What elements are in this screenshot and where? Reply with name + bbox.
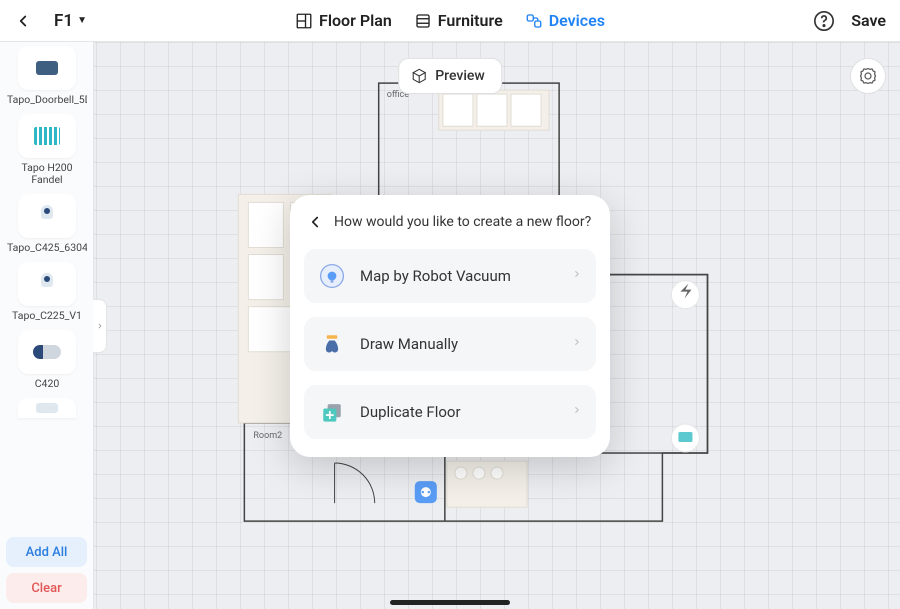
tab-floor-plan[interactable]: Floor Plan xyxy=(295,11,392,30)
option-label: Map by Robot Vacuum xyxy=(360,267,572,285)
device-side-panel: Tapo_Doorbell_5D99 Tapo H200 Fandel Tapo… xyxy=(0,42,94,609)
robot-vacuum-icon xyxy=(318,262,346,290)
tab-devices-label: Devices xyxy=(549,11,605,30)
cube-icon xyxy=(411,68,427,84)
device-badge-robot[interactable] xyxy=(415,481,437,503)
topbar: F1 ▼ Floor Plan Furniture Devices Save xyxy=(0,0,900,42)
device-item-c420[interactable]: C420 xyxy=(6,330,88,390)
tab-devices[interactable]: Devices xyxy=(525,11,605,30)
camera-icon xyxy=(36,205,58,227)
save-button[interactable]: Save xyxy=(851,11,886,30)
camera-icon xyxy=(36,273,58,295)
room-label-room2: Room2 xyxy=(253,431,282,441)
panel-expand-handle[interactable] xyxy=(93,299,107,353)
device-thumb xyxy=(18,330,76,374)
device-badge-hub[interactable] xyxy=(671,424,699,452)
device-thumb xyxy=(18,194,76,238)
option-draw-manually[interactable]: Draw Manually xyxy=(304,317,596,371)
add-all-button[interactable]: Add All xyxy=(6,537,87,567)
option-duplicate-floor[interactable]: Duplicate Floor xyxy=(304,385,596,439)
device-label: C420 xyxy=(7,378,87,390)
settings-button[interactable] xyxy=(850,58,886,94)
device-item-hub[interactable]: Tapo H200 Fandel xyxy=(6,114,88,186)
new-floor-dialog: How would you like to create a new floor… xyxy=(290,195,610,457)
device-item-more[interactable] xyxy=(6,398,88,418)
camera-icon xyxy=(36,403,58,413)
device-list[interactable]: Tapo_Doorbell_5D99 Tapo H200 Fandel Tapo… xyxy=(0,42,93,531)
tab-furniture-label: Furniture xyxy=(438,11,503,30)
hub-icon xyxy=(34,127,60,145)
help-icon[interactable] xyxy=(813,10,835,32)
device-item-c425[interactable]: Tapo_C425_6304_SD xyxy=(6,194,88,254)
option-label: Draw Manually xyxy=(360,335,572,353)
device-label: Tapo_Doorbell_5D99 xyxy=(7,94,87,106)
device-thumb xyxy=(18,114,76,158)
device-label: Tapo_C225_V1 xyxy=(7,310,87,322)
duplicate-icon xyxy=(318,398,346,426)
clear-button[interactable]: Clear xyxy=(6,573,87,603)
gear-icon xyxy=(859,67,877,85)
doorbell-icon xyxy=(36,61,58,75)
chevron-right-icon xyxy=(572,334,582,353)
preview-button[interactable]: Preview xyxy=(398,58,502,94)
chevron-right-icon xyxy=(572,266,582,285)
tab-floor-plan-label: Floor Plan xyxy=(319,11,392,30)
camera-icon xyxy=(33,345,61,359)
device-label: Tapo_C425_6304_SD xyxy=(7,242,87,254)
chevron-down-icon: ▼ xyxy=(77,15,87,26)
floor-selector-label: F1 xyxy=(54,11,73,31)
dialog-title: How would you like to create a new floor… xyxy=(334,214,591,230)
draw-icon xyxy=(318,330,346,358)
device-thumb xyxy=(18,398,76,418)
home-indicator xyxy=(390,600,510,605)
option-map-by-robot[interactable]: Map by Robot Vacuum xyxy=(304,249,596,303)
device-thumb xyxy=(18,262,76,306)
dialog-back-button[interactable] xyxy=(306,213,324,231)
main-canvas-area: office Room2 xyxy=(0,42,900,609)
device-badge-power[interactable] xyxy=(671,281,699,309)
option-label: Duplicate Floor xyxy=(360,403,572,421)
device-item-doorbell[interactable]: Tapo_Doorbell_5D99 xyxy=(6,46,88,106)
preview-label: Preview xyxy=(435,68,485,84)
device-item-c225[interactable]: Tapo_C225_V1 xyxy=(6,262,88,322)
device-label: Tapo H200 Fandel xyxy=(7,162,87,186)
back-button[interactable] xyxy=(14,12,32,30)
floor-selector[interactable]: F1 ▼ xyxy=(54,11,87,31)
chevron-right-icon xyxy=(572,402,582,421)
device-thumb xyxy=(18,46,76,90)
tab-furniture[interactable]: Furniture xyxy=(414,11,503,30)
